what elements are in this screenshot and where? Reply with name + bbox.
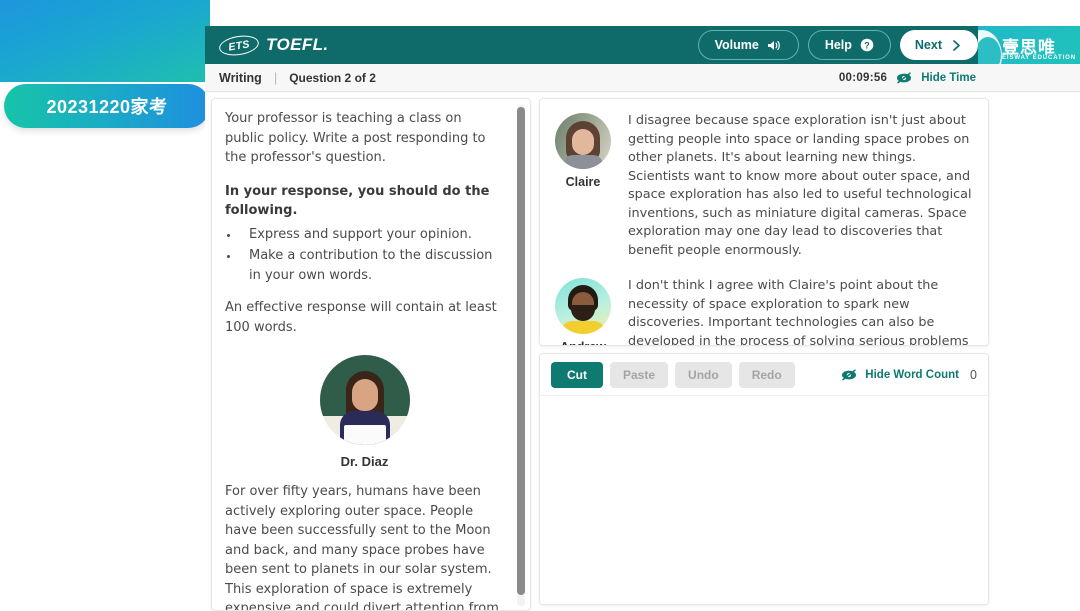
ets-mark-label: ETS xyxy=(227,37,251,53)
volume-button[interactable]: Volume xyxy=(697,30,799,60)
question-counter: Question 2 of 2 xyxy=(289,70,376,85)
screen-root: 20231220家考 ETS TOEFL. Volume Help ? Next… xyxy=(0,0,1080,611)
brand-name-en: EISWAY EDUCATION xyxy=(1002,55,1076,61)
prompt-bullet-item: Express and support your opinion. xyxy=(239,225,504,245)
redo-button[interactable]: Redo xyxy=(738,361,795,388)
cut-button[interactable]: Cut xyxy=(551,361,603,388)
andrew-avatar xyxy=(555,278,611,334)
professor-avatar xyxy=(319,355,410,445)
content-area: Your professor is teaching a class on pu… xyxy=(205,92,1080,611)
decorative-gradient-panel xyxy=(0,0,210,82)
post-avatar-wrap: Andrew xyxy=(552,272,614,345)
discussion-panel: Claire I disagree because space explorat… xyxy=(539,98,989,346)
help-button-label: Help xyxy=(824,38,852,52)
professor-block: Dr. Diaz xyxy=(225,355,504,469)
toefl-app-window: ETS TOEFL. Volume Help ? Next 壹思唯 EISWAY… xyxy=(205,26,1080,611)
essay-input[interactable] xyxy=(540,396,988,604)
speaker-icon xyxy=(767,39,782,52)
hide-time-button[interactable]: Hide Time xyxy=(921,72,976,84)
prompt-instructions-heading: In your response, you should do the foll… xyxy=(225,183,490,219)
claire-avatar xyxy=(555,113,611,169)
post-author-name: Claire xyxy=(565,175,601,189)
ets-toefl-logo: ETS TOEFL. xyxy=(217,32,329,58)
exam-badge: 20231220家考 xyxy=(4,84,210,128)
section-bar: Writing | Question 2 of 2 00:09:56 Hide … xyxy=(205,64,1080,92)
face-shape xyxy=(572,129,594,155)
app-header: ETS TOEFL. Volume Help ? Next 壹思唯 EISWAY… xyxy=(205,26,1080,87)
post-author-name: Andrew xyxy=(552,340,614,345)
question-circle-icon: ? xyxy=(860,38,874,52)
exam-badge-label: 20231220家考 xyxy=(46,97,168,117)
timer-group: 00:09:56 Hide Time xyxy=(839,64,976,92)
header-button-group: Volume Help ? Next xyxy=(697,30,978,60)
prompt-panel: Your professor is teaching a class on pu… xyxy=(211,98,531,611)
word-count-value: 0 xyxy=(970,367,977,382)
discussion-post: Claire I disagree because space explorat… xyxy=(552,107,976,260)
prompt-length-note: An effective response will contain at le… xyxy=(225,300,497,335)
professor-name: Dr. Diaz xyxy=(340,454,389,469)
post-body-text: I disagree because space exploration isn… xyxy=(628,113,972,258)
section-divider: | xyxy=(273,70,278,85)
right-column: Claire I disagree because space explorat… xyxy=(539,98,989,611)
eye-slash-icon[interactable] xyxy=(841,368,857,381)
prompt-scrollbar-thumb[interactable] xyxy=(517,107,525,595)
paper-shape xyxy=(343,425,386,445)
timer-value: 00:09:56 xyxy=(838,72,888,84)
beard-shape xyxy=(571,305,595,321)
editor-toolbar: Cut Paste Undo Redo Hide Word Count 0 xyxy=(540,354,988,396)
help-button[interactable]: Help ? xyxy=(807,30,891,60)
hide-word-count-button[interactable]: Hide Word Count xyxy=(865,369,959,381)
toefl-wordmark: TOEFL. xyxy=(266,35,329,54)
post-avatar-wrap: Claire xyxy=(552,107,614,260)
eye-slash-icon[interactable] xyxy=(896,72,912,84)
next-button[interactable]: Next xyxy=(899,30,978,60)
undo-button[interactable]: Undo xyxy=(675,361,732,388)
prompt-intro: Your professor is teaching a class on pu… xyxy=(225,111,486,165)
chevron-right-icon xyxy=(950,39,963,52)
svg-text:?: ? xyxy=(864,40,870,50)
volume-button-label: Volume xyxy=(714,38,759,52)
prompt-bullet-list: Express and support your opinion. Make a… xyxy=(239,225,504,286)
section-label: Writing xyxy=(219,70,262,85)
discussion-post: Andrew I don't think I agree with Claire… xyxy=(552,272,976,346)
word-count-group: Hide Word Count 0 xyxy=(841,368,977,382)
response-editor-panel: Cut Paste Undo Redo Hide Word Count 0 xyxy=(539,353,989,605)
prompt-panel-inner: Your professor is teaching a class on pu… xyxy=(212,99,530,611)
post-body-text: I don't think I agree with Claire's poin… xyxy=(628,278,969,346)
paste-button[interactable]: Paste xyxy=(610,361,669,388)
prompt-bullet-item: Make a contribution to the discussion in… xyxy=(239,246,504,285)
body-shape xyxy=(563,155,603,169)
professor-passage: For over fifty years, humans have been a… xyxy=(225,484,499,611)
next-button-label: Next xyxy=(914,38,942,52)
body-shape xyxy=(561,321,605,334)
face-shape xyxy=(351,379,378,411)
ets-oval-icon: ETS xyxy=(217,32,261,58)
